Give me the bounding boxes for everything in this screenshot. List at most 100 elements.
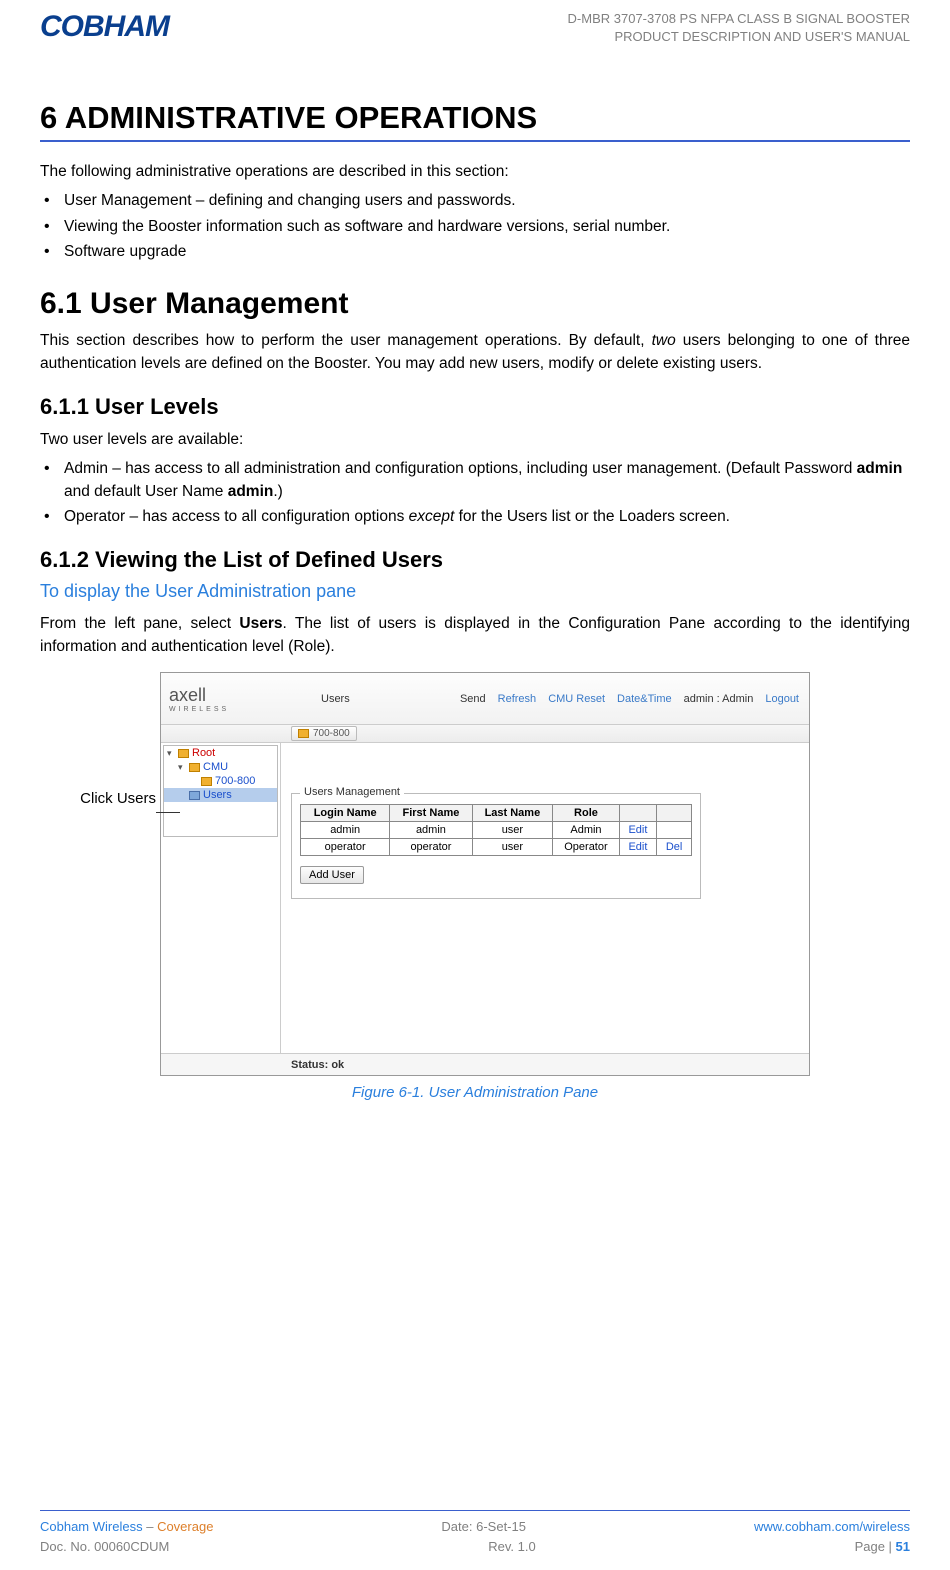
- footer-date: Date: 6-Set-15: [441, 1517, 526, 1537]
- section6-intro: The following administrative operations …: [40, 160, 910, 183]
- th-last: Last Name: [472, 805, 553, 822]
- brand-logo: COBHAM: [40, 10, 169, 44]
- action-date-time[interactable]: Date&Time: [617, 693, 672, 705]
- tree-users-label: Users: [203, 789, 232, 801]
- toolbar-item-band[interactable]: 700-800: [291, 726, 357, 741]
- tree-cmu[interactable]: ▾ CMU: [164, 760, 277, 774]
- heading-6-1-1: 6.1.1 User Levels: [40, 394, 910, 420]
- status-bar: Status: ok: [161, 1053, 809, 1075]
- tree-band-label: 700-800: [215, 775, 255, 787]
- b1-pre: Admin – has access to all administration…: [64, 460, 857, 477]
- footer-coverage: Coverage: [157, 1519, 213, 1534]
- app-sidebar: ▾ Root ▾ CMU 700-800: [161, 743, 281, 1053]
- footer-company: Cobham Wireless: [40, 1519, 143, 1534]
- header-doc-title: D-MBR 3707-3708 PS NFPA CLASS B SIGNAL B…: [568, 10, 910, 46]
- section61-para: This section describes how to perform th…: [40, 329, 910, 376]
- app-toolbar: 700-800: [161, 725, 809, 743]
- click-users-label: Click Users: [80, 790, 156, 807]
- b1-bold2: admin: [228, 483, 274, 500]
- footer-sep: –: [143, 1519, 157, 1534]
- edit-link[interactable]: Edit: [619, 839, 657, 856]
- users-table: Login Name First Name Last Name Role: [300, 804, 692, 856]
- tree-cmu-label: CMU: [203, 761, 228, 773]
- folder-icon: [189, 763, 200, 772]
- users-management-panel: Users Management Login Name First Name L…: [291, 793, 701, 899]
- th-login: Login Name: [301, 805, 390, 822]
- footer-docno: Doc. No. 00060CDUM: [40, 1537, 169, 1557]
- users-icon: [189, 791, 200, 800]
- heading-6-1-2: 6.1.2 Viewing the List of Defined Users: [40, 547, 910, 573]
- app-logo-sub: WIRELESS: [169, 706, 273, 713]
- b1-post: .): [273, 483, 282, 500]
- cell-first: admin: [390, 822, 472, 839]
- tree-root[interactable]: ▾ Root: [164, 746, 277, 760]
- heading-6-1: 6.1 User Management: [40, 287, 910, 321]
- tree-panel: ▾ Root ▾ CMU 700-800: [163, 745, 278, 837]
- footer-rev: Rev. 1.0: [488, 1537, 535, 1557]
- app-body: ▾ Root ▾ CMU 700-800: [161, 743, 809, 1053]
- section61-para-pre: This section describes how to perform th…: [40, 332, 652, 349]
- caret-icon: ▾: [178, 762, 186, 773]
- table-row: admin admin user Admin Edit: [301, 822, 692, 839]
- folder-icon: [178, 749, 189, 758]
- add-user-button[interactable]: Add User: [300, 866, 364, 884]
- figure-callout: Click Users: [40, 672, 160, 807]
- section6-bullet-3: Software upgrade: [64, 240, 910, 263]
- footer-page: Page | 51: [855, 1537, 910, 1557]
- cell-last: user: [472, 839, 553, 856]
- footer-page-num: 51: [896, 1539, 910, 1554]
- b1-bold1: admin: [857, 460, 903, 477]
- section611-bullets: Admin – has access to all administration…: [40, 457, 910, 529]
- section6-bullets: User Management – defining and changing …: [40, 189, 910, 263]
- section6-bullet-2: Viewing the Booster information such as …: [64, 215, 910, 238]
- action-cmu-reset[interactable]: CMU Reset: [548, 693, 605, 705]
- del-link[interactable]: [657, 822, 692, 839]
- heading-6: 6 ADMINISTRATIVE OPERATIONS: [40, 100, 910, 142]
- th-first: First Name: [390, 805, 472, 822]
- b2-post: for the Users list or the Loaders screen…: [454, 508, 730, 525]
- user-role-label: admin : Admin: [684, 693, 754, 705]
- callout-line: [156, 812, 180, 813]
- app-window: axell WIRELESS Users Send Refresh CMU Re…: [160, 672, 810, 1076]
- header-line1: D-MBR 3707-3708 PS NFPA CLASS B SIGNAL B…: [568, 10, 910, 28]
- action-logout[interactable]: Logout: [765, 693, 799, 705]
- b1-mid: and default User Name: [64, 483, 228, 500]
- p-pre: From the left pane, select: [40, 615, 239, 632]
- cell-role: Operator: [553, 839, 619, 856]
- section612-sub: To display the User Administration pane: [40, 581, 910, 602]
- toolbar-item-label: 700-800: [313, 728, 350, 739]
- edit-link[interactable]: Edit: [619, 822, 657, 839]
- footer-left-1: Cobham Wireless – Coverage: [40, 1517, 213, 1537]
- action-send[interactable]: Send: [460, 693, 486, 705]
- b2-em: except: [409, 508, 455, 525]
- cell-last: user: [472, 822, 553, 839]
- app-main: Users Management Login Name First Name L…: [281, 743, 809, 1053]
- section6-bullet-1: User Management – defining and changing …: [64, 189, 910, 212]
- table-row: operator operator user Operator Edit Del: [301, 839, 692, 856]
- status-text: Status: ok: [291, 1059, 344, 1071]
- section611-bullet-2: Operator – has access to all configurati…: [64, 505, 910, 528]
- figure-caption: Figure 6-1. User Administration Pane: [40, 1084, 910, 1101]
- p-bold: Users: [239, 615, 282, 632]
- panel-title: Users Management: [300, 786, 404, 798]
- tree-users[interactable]: Users: [164, 788, 277, 802]
- tree-root-label: Root: [192, 747, 215, 759]
- action-refresh[interactable]: Refresh: [498, 693, 537, 705]
- folder-icon: [298, 729, 309, 738]
- tree-band[interactable]: 700-800: [164, 774, 277, 788]
- section611-bullet-1: Admin – has access to all administration…: [64, 457, 910, 504]
- cell-login: admin: [301, 822, 390, 839]
- del-link[interactable]: Del: [657, 839, 692, 856]
- cell-login: operator: [301, 839, 390, 856]
- section61-para-em: two: [652, 332, 676, 349]
- app-topbar: axell WIRELESS Users Send Refresh CMU Re…: [161, 673, 809, 725]
- table-header-row: Login Name First Name Last Name Role: [301, 805, 692, 822]
- b2-pre: Operator – has access to all configurati…: [64, 508, 409, 525]
- header-line2: PRODUCT DESCRIPTION AND USER'S MANUAL: [568, 28, 910, 46]
- cell-role: Admin: [553, 822, 619, 839]
- folder-icon: [201, 777, 212, 786]
- page-footer: Cobham Wireless – Coverage Date: 6-Set-1…: [40, 1510, 910, 1556]
- figure-6-1: Click Users axell WIRELESS Users Send Re…: [40, 672, 910, 1076]
- app-logo-text: axell: [169, 685, 273, 706]
- cell-first: operator: [390, 839, 472, 856]
